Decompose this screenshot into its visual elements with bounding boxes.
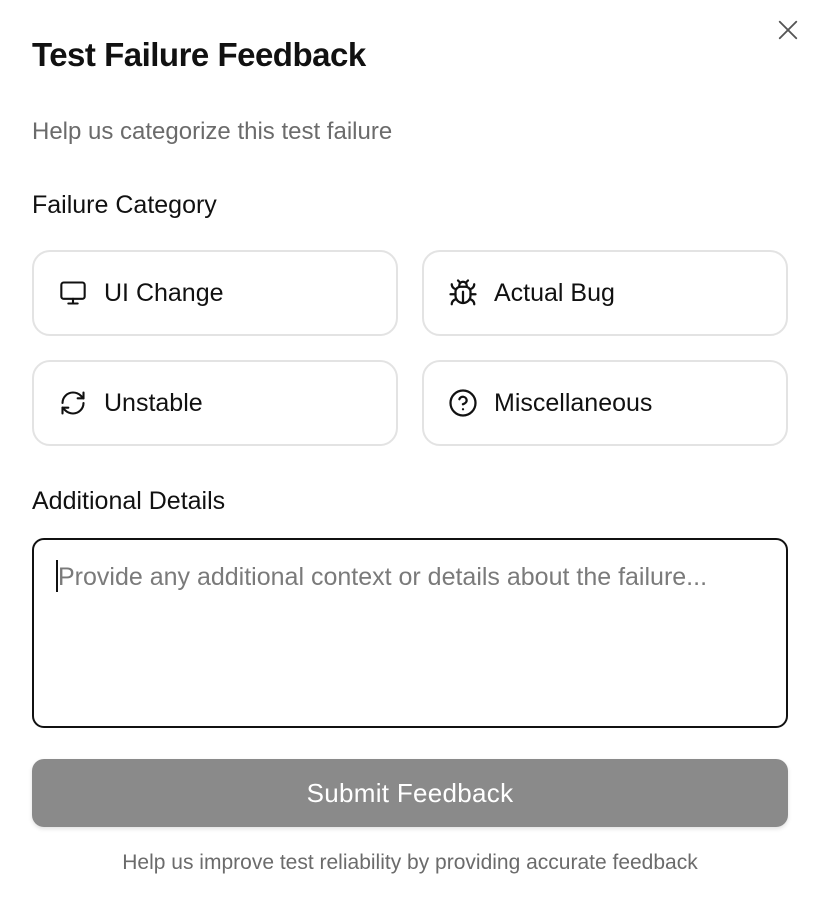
additional-details-input[interactable] xyxy=(34,540,786,726)
submit-feedback-button[interactable]: Submit Feedback xyxy=(32,759,788,827)
category-option-actual-bug[interactable]: Actual Bug xyxy=(422,250,788,336)
failure-category-label: Failure Category xyxy=(32,191,217,219)
failure-category-options: UI Change Actual Bug Unstable Miscellane… xyxy=(32,250,788,446)
close-button[interactable] xyxy=(772,14,804,46)
category-option-unstable[interactable]: Unstable xyxy=(32,360,398,446)
category-option-label: Unstable xyxy=(104,388,203,417)
monitor-icon xyxy=(58,278,88,308)
feedback-dialog: Test Failure Feedback Help us categorize… xyxy=(0,0,824,914)
close-icon xyxy=(778,20,798,40)
bug-icon xyxy=(448,278,478,308)
category-option-label: UI Change xyxy=(104,278,224,307)
additional-details-field xyxy=(32,538,788,728)
category-option-label: Miscellaneous xyxy=(494,388,653,417)
dialog-subtitle: Help us categorize this test failure xyxy=(32,118,393,145)
refresh-icon xyxy=(58,388,88,418)
category-option-ui-change[interactable]: UI Change xyxy=(32,250,398,336)
help-circle-icon xyxy=(448,388,478,418)
footer-note: Help us improve test reliability by prov… xyxy=(122,851,698,874)
dialog-title: Test Failure Feedback xyxy=(32,36,366,73)
additional-details-label: Additional Details xyxy=(32,487,226,515)
text-caret xyxy=(56,560,58,592)
category-option-miscellaneous[interactable]: Miscellaneous xyxy=(422,360,788,446)
category-option-label: Actual Bug xyxy=(494,278,615,307)
